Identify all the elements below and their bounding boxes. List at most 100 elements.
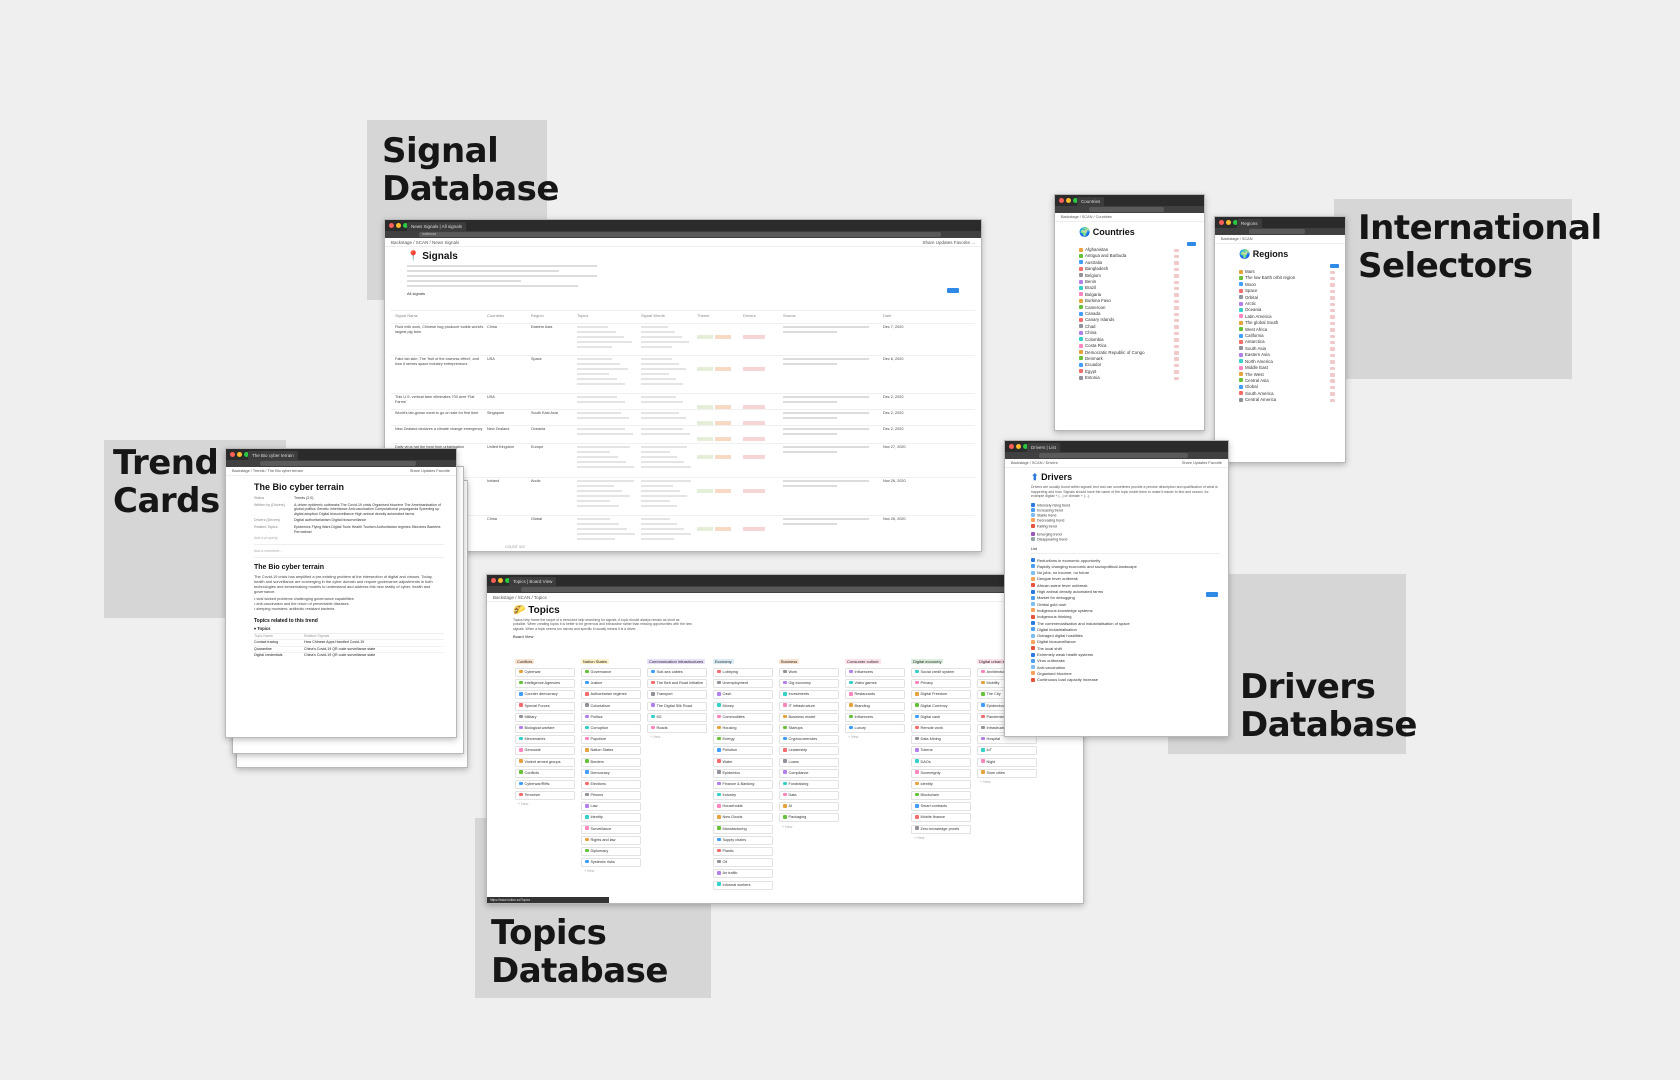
- board-column-header[interactable]: Business: [779, 659, 800, 664]
- board-card[interactable]: Special Forces: [515, 701, 575, 711]
- board-card[interactable]: Data: [779, 791, 839, 801]
- view-selector[interactable]: All signals: [407, 291, 981, 296]
- board-card[interactable]: Military: [515, 712, 575, 722]
- table-column-header[interactable]: Source: [783, 313, 796, 318]
- board-card[interactable]: Finance & Banking: [713, 779, 773, 789]
- new-card-button[interactable]: + New: [581, 869, 641, 873]
- board-card[interactable]: Energy: [713, 735, 773, 745]
- table-row[interactable]: World's lab-grown meat to go on sale for…: [391, 409, 975, 425]
- board-card[interactable]: Video games: [845, 679, 905, 689]
- board-card[interactable]: Business model: [779, 712, 839, 722]
- browser-tab[interactable]: Topics | Board View: [509, 577, 557, 586]
- board-card[interactable]: Identity: [911, 779, 971, 789]
- board-card[interactable]: Cryptocurrencies: [779, 735, 839, 745]
- table-column-header[interactable]: Signal Words: [641, 313, 665, 318]
- new-button[interactable]: [1187, 242, 1196, 246]
- board-card[interactable]: Cash: [713, 690, 773, 700]
- board-card[interactable]: Prisons: [581, 791, 641, 801]
- property-row[interactable]: Related Topics Epidemics Flying Wars Digi…: [254, 525, 444, 534]
- driver-item[interactable]: Continuous load capacity increase: [1031, 677, 1220, 683]
- board-card[interactable]: Populism: [581, 735, 641, 745]
- board-card[interactable]: Nation States: [581, 746, 641, 756]
- table-row[interactable]: This U.S. vertical farm eliminates 700 a…: [391, 393, 975, 409]
- board-card[interactable]: Law: [581, 802, 641, 812]
- signal-name-cell[interactable]: New Zealand declares a climate change em…: [395, 427, 485, 441]
- board-card[interactable]: Tokens: [911, 746, 971, 756]
- table-column-header[interactable]: Topics: [577, 313, 588, 318]
- source-link[interactable]: [783, 480, 873, 490]
- board-card[interactable]: Roads: [647, 723, 707, 733]
- board-card[interactable]: Digital cash: [911, 712, 971, 722]
- table-column-header[interactable]: Drivers: [743, 313, 756, 318]
- board-card[interactable]: Plastic: [713, 847, 773, 856]
- board-column-header[interactable]: Nation States: [581, 659, 610, 664]
- board-card[interactable]: Startups: [779, 723, 839, 733]
- board-card[interactable]: Oil: [713, 858, 773, 868]
- board-card[interactable]: Restaurants: [845, 690, 905, 700]
- board-card[interactable]: Unemployment: [713, 679, 773, 689]
- property-row[interactable]: Status Trends (2.0): [254, 496, 444, 501]
- table-row[interactable]: Fake lab skin: The 'fruit of the lowness…: [391, 355, 975, 391]
- view-selector[interactable]: Board View: [513, 634, 1083, 639]
- region-item[interactable]: Central America: [1239, 397, 1339, 403]
- board-card[interactable]: Violent armed groups: [515, 757, 575, 767]
- browser-tab[interactable]: Countries: [1077, 197, 1105, 206]
- address-bar[interactable]: [226, 460, 456, 467]
- signal-name-cell[interactable]: Fluid milk work, Chinese hog producer bu…: [395, 325, 485, 353]
- add-comment-field[interactable]: Add a comment...: [254, 549, 444, 553]
- table-column-header[interactable]: Theme: [697, 313, 709, 318]
- board-card[interactable]: IT infrastructure: [779, 701, 839, 711]
- board-card[interactable]: 5G: [647, 712, 707, 722]
- board-card[interactable]: AI: [779, 802, 839, 812]
- board-card[interactable]: Borders: [581, 757, 641, 767]
- board-card[interactable]: Counter democracy: [515, 690, 575, 700]
- board-card[interactable]: Democracy: [581, 768, 641, 778]
- board-card[interactable]: Manufacturing: [713, 824, 773, 834]
- board-card[interactable]: New Goods: [713, 813, 773, 823]
- board-card[interactable]: Packaging: [779, 813, 839, 823]
- board-column-header[interactable]: Economy: [713, 659, 734, 664]
- board-card[interactable]: The Belt and Road Initiative: [647, 679, 707, 689]
- board-card[interactable]: Identity: [581, 813, 641, 823]
- board-card[interactable]: Biological warfare: [515, 723, 575, 733]
- board-card[interactable]: Sub-sea cables: [647, 668, 707, 677]
- board-card[interactable]: Colonialism: [581, 701, 641, 711]
- board-card[interactable]: Blockchain: [911, 791, 971, 801]
- board-card[interactable]: Water: [713, 757, 773, 767]
- country-item[interactable]: Estonia: [1079, 375, 1183, 381]
- board-card[interactable]: Work: [779, 668, 839, 677]
- source-link[interactable]: [783, 412, 873, 422]
- address-bar[interactable]: [1055, 206, 1204, 213]
- table-column-header[interactable]: Date: [883, 313, 891, 318]
- board-card[interactable]: The Digital Silk Road: [647, 701, 707, 711]
- view-selector[interactable]: List: [1031, 547, 1220, 554]
- board-card[interactable]: Remote work: [911, 723, 971, 733]
- board-card[interactable]: Privacy: [911, 679, 971, 689]
- board-card[interactable]: Investments: [779, 690, 839, 700]
- board-card[interactable]: Digital Currency: [911, 701, 971, 711]
- topics-toggle[interactable]: ▾ Topics: [254, 626, 444, 631]
- signal-name-cell[interactable]: This U.S. vertical farm eliminates 700 a…: [395, 395, 485, 407]
- board-card[interactable]: Cyberwar/Rifts: [515, 779, 575, 789]
- board-card[interactable]: Fundraising: [779, 779, 839, 789]
- board-card[interactable]: Informal workers: [713, 880, 773, 890]
- board-card[interactable]: Slum cities: [977, 768, 1037, 778]
- address-bar[interactable]: [1005, 452, 1228, 459]
- source-link[interactable]: [783, 358, 873, 368]
- address-bar[interactable]: notion.so: [385, 231, 981, 238]
- board-card[interactable]: Justice: [581, 679, 641, 689]
- board-column-header[interactable]: Digital economy: [911, 659, 944, 664]
- board-card[interactable]: Supply chains: [713, 835, 773, 845]
- board-card[interactable]: Terrorism: [515, 791, 575, 801]
- new-card-button[interactable]: + New: [515, 802, 575, 806]
- board-card[interactable]: Cyberwar: [515, 668, 575, 677]
- new-card-button[interactable]: + New: [911, 836, 971, 840]
- board-card[interactable]: Compliance: [779, 768, 839, 778]
- board-card[interactable]: Surveillance: [581, 824, 641, 834]
- board-card[interactable]: Sovereignty: [911, 768, 971, 778]
- new-card-button[interactable]: + New: [845, 735, 905, 739]
- board-card[interactable]: Politics: [581, 712, 641, 722]
- table-row[interactable]: Microbes are shaking upIcelandArcticNov …: [391, 477, 975, 513]
- board-card[interactable]: Leadership: [779, 746, 839, 756]
- board-card[interactable]: Social credit system: [911, 668, 971, 677]
